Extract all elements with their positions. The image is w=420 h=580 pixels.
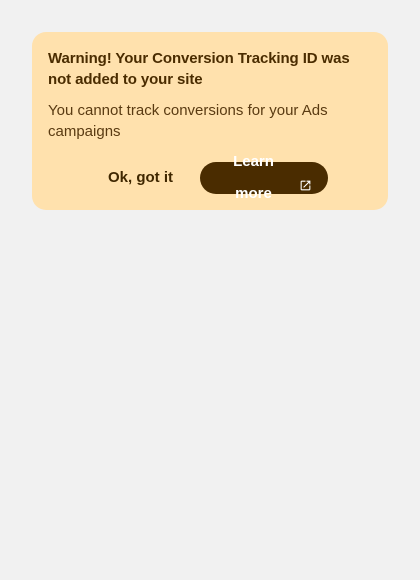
banner-title: Warning! Your Conversion Tracking ID was… [48, 50, 350, 88]
page: Warning! Your Conversion Tracking ID was… [0, 0, 420, 580]
banner-actions: Ok, got it Learn more [32, 153, 388, 202]
banner-description: You cannot track conversions for your Ad… [48, 102, 328, 140]
learn-more-label: Learn more [233, 153, 274, 202]
dismiss-button[interactable]: Ok, got it [92, 162, 189, 194]
learn-more-button[interactable]: Learn more [200, 153, 328, 202]
warning-banner: Warning! Your Conversion Tracking ID was… [32, 32, 388, 210]
open-in-new-icon [299, 172, 312, 190]
